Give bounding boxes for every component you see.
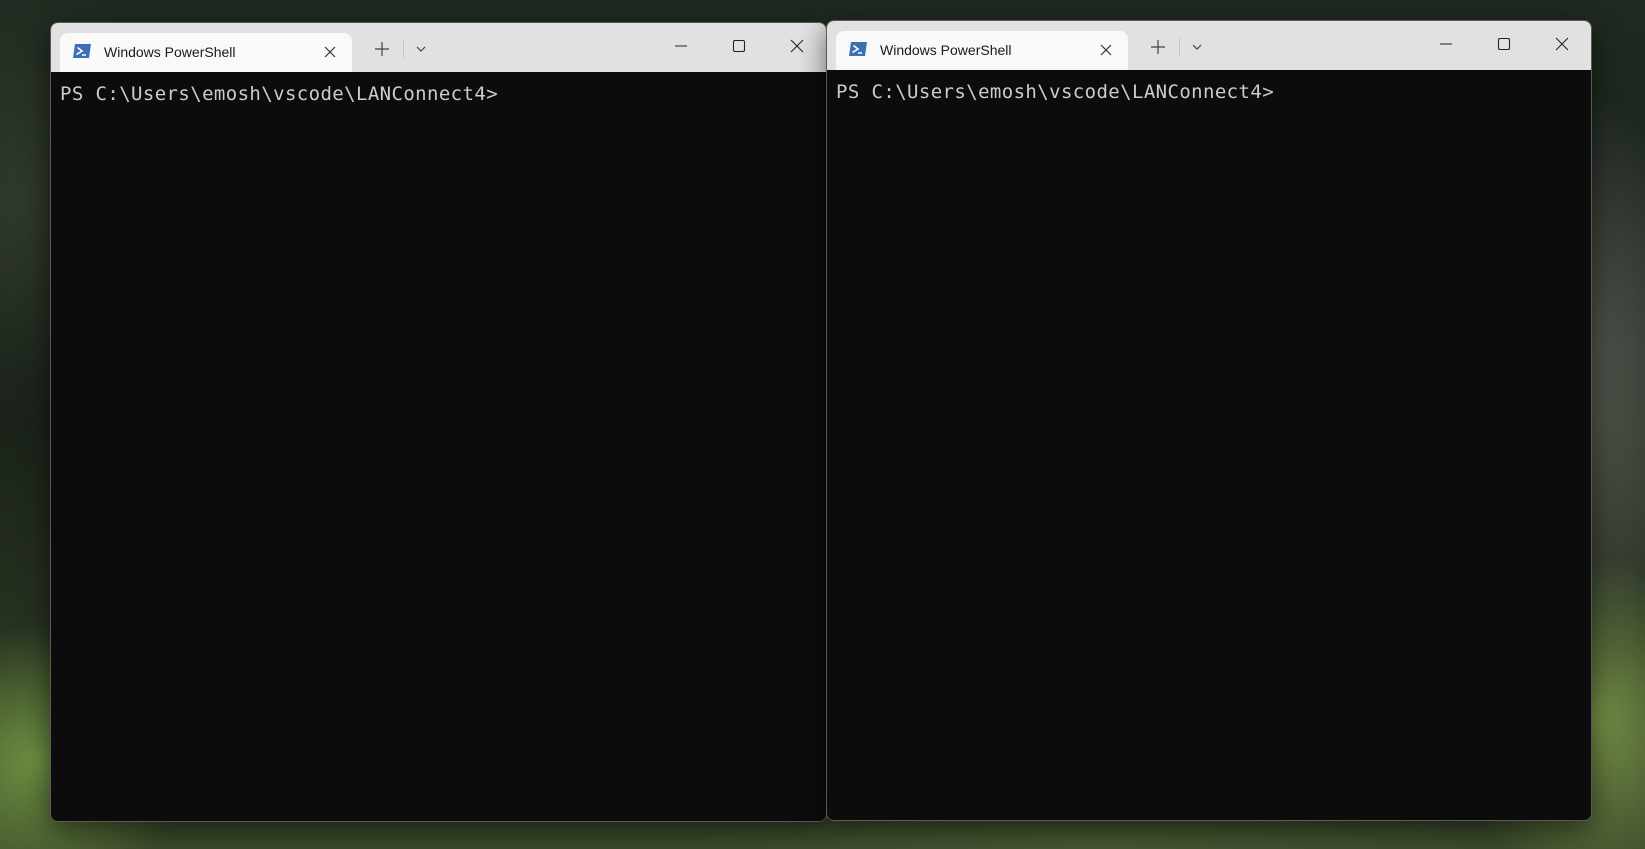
- close-tab-icon[interactable]: [1098, 42, 1114, 58]
- close-icon: [790, 39, 804, 53]
- powershell-icon: [848, 41, 868, 57]
- maximize-icon: [1497, 37, 1511, 51]
- maximize-button[interactable]: [1475, 21, 1533, 67]
- terminal-window-right: Windows PowerShell PS C:\Users\emosh\vsc…: [826, 20, 1592, 821]
- powershell-prompt: PS C:\Users\emosh\vscode\LANConnect4>: [836, 81, 1275, 103]
- tab-title: Windows PowerShell: [104, 44, 236, 60]
- tab-windows-powershell[interactable]: Windows PowerShell: [60, 33, 352, 72]
- chevron-down-icon[interactable]: [1190, 40, 1204, 54]
- minimize-button[interactable]: [1417, 21, 1475, 67]
- terminal-area[interactable]: PS C:\Users\emosh\vscode\LANConnect4>: [51, 72, 826, 821]
- close-icon: [1555, 37, 1569, 51]
- minimize-button[interactable]: [652, 23, 710, 69]
- maximize-icon: [732, 39, 746, 53]
- terminal-area[interactable]: PS C:\Users\emosh\vscode\LANConnect4>: [827, 70, 1591, 820]
- plus-icon[interactable]: [373, 40, 391, 58]
- close-window-button[interactable]: [1533, 21, 1591, 67]
- title-bar[interactable]: Windows PowerShell: [827, 21, 1591, 70]
- tab-divider: [403, 40, 404, 59]
- minimize-icon: [1440, 43, 1452, 45]
- title-bar[interactable]: Windows PowerShell: [51, 23, 826, 72]
- powershell-icon: [72, 43, 92, 59]
- maximize-button[interactable]: [710, 23, 768, 69]
- close-window-button[interactable]: [768, 23, 826, 69]
- close-tab-icon[interactable]: [322, 44, 338, 60]
- tab-title: Windows PowerShell: [880, 42, 1012, 58]
- plus-icon[interactable]: [1149, 38, 1167, 56]
- terminal-window-left: Windows PowerShell PS C:\Users\emosh\vsc…: [50, 22, 827, 822]
- tab-divider: [1179, 38, 1180, 57]
- tab-windows-powershell[interactable]: Windows PowerShell: [836, 31, 1128, 70]
- minimize-icon: [675, 45, 687, 47]
- chevron-down-icon[interactable]: [414, 42, 428, 56]
- powershell-prompt: PS C:\Users\emosh\vscode\LANConnect4>: [60, 83, 499, 105]
